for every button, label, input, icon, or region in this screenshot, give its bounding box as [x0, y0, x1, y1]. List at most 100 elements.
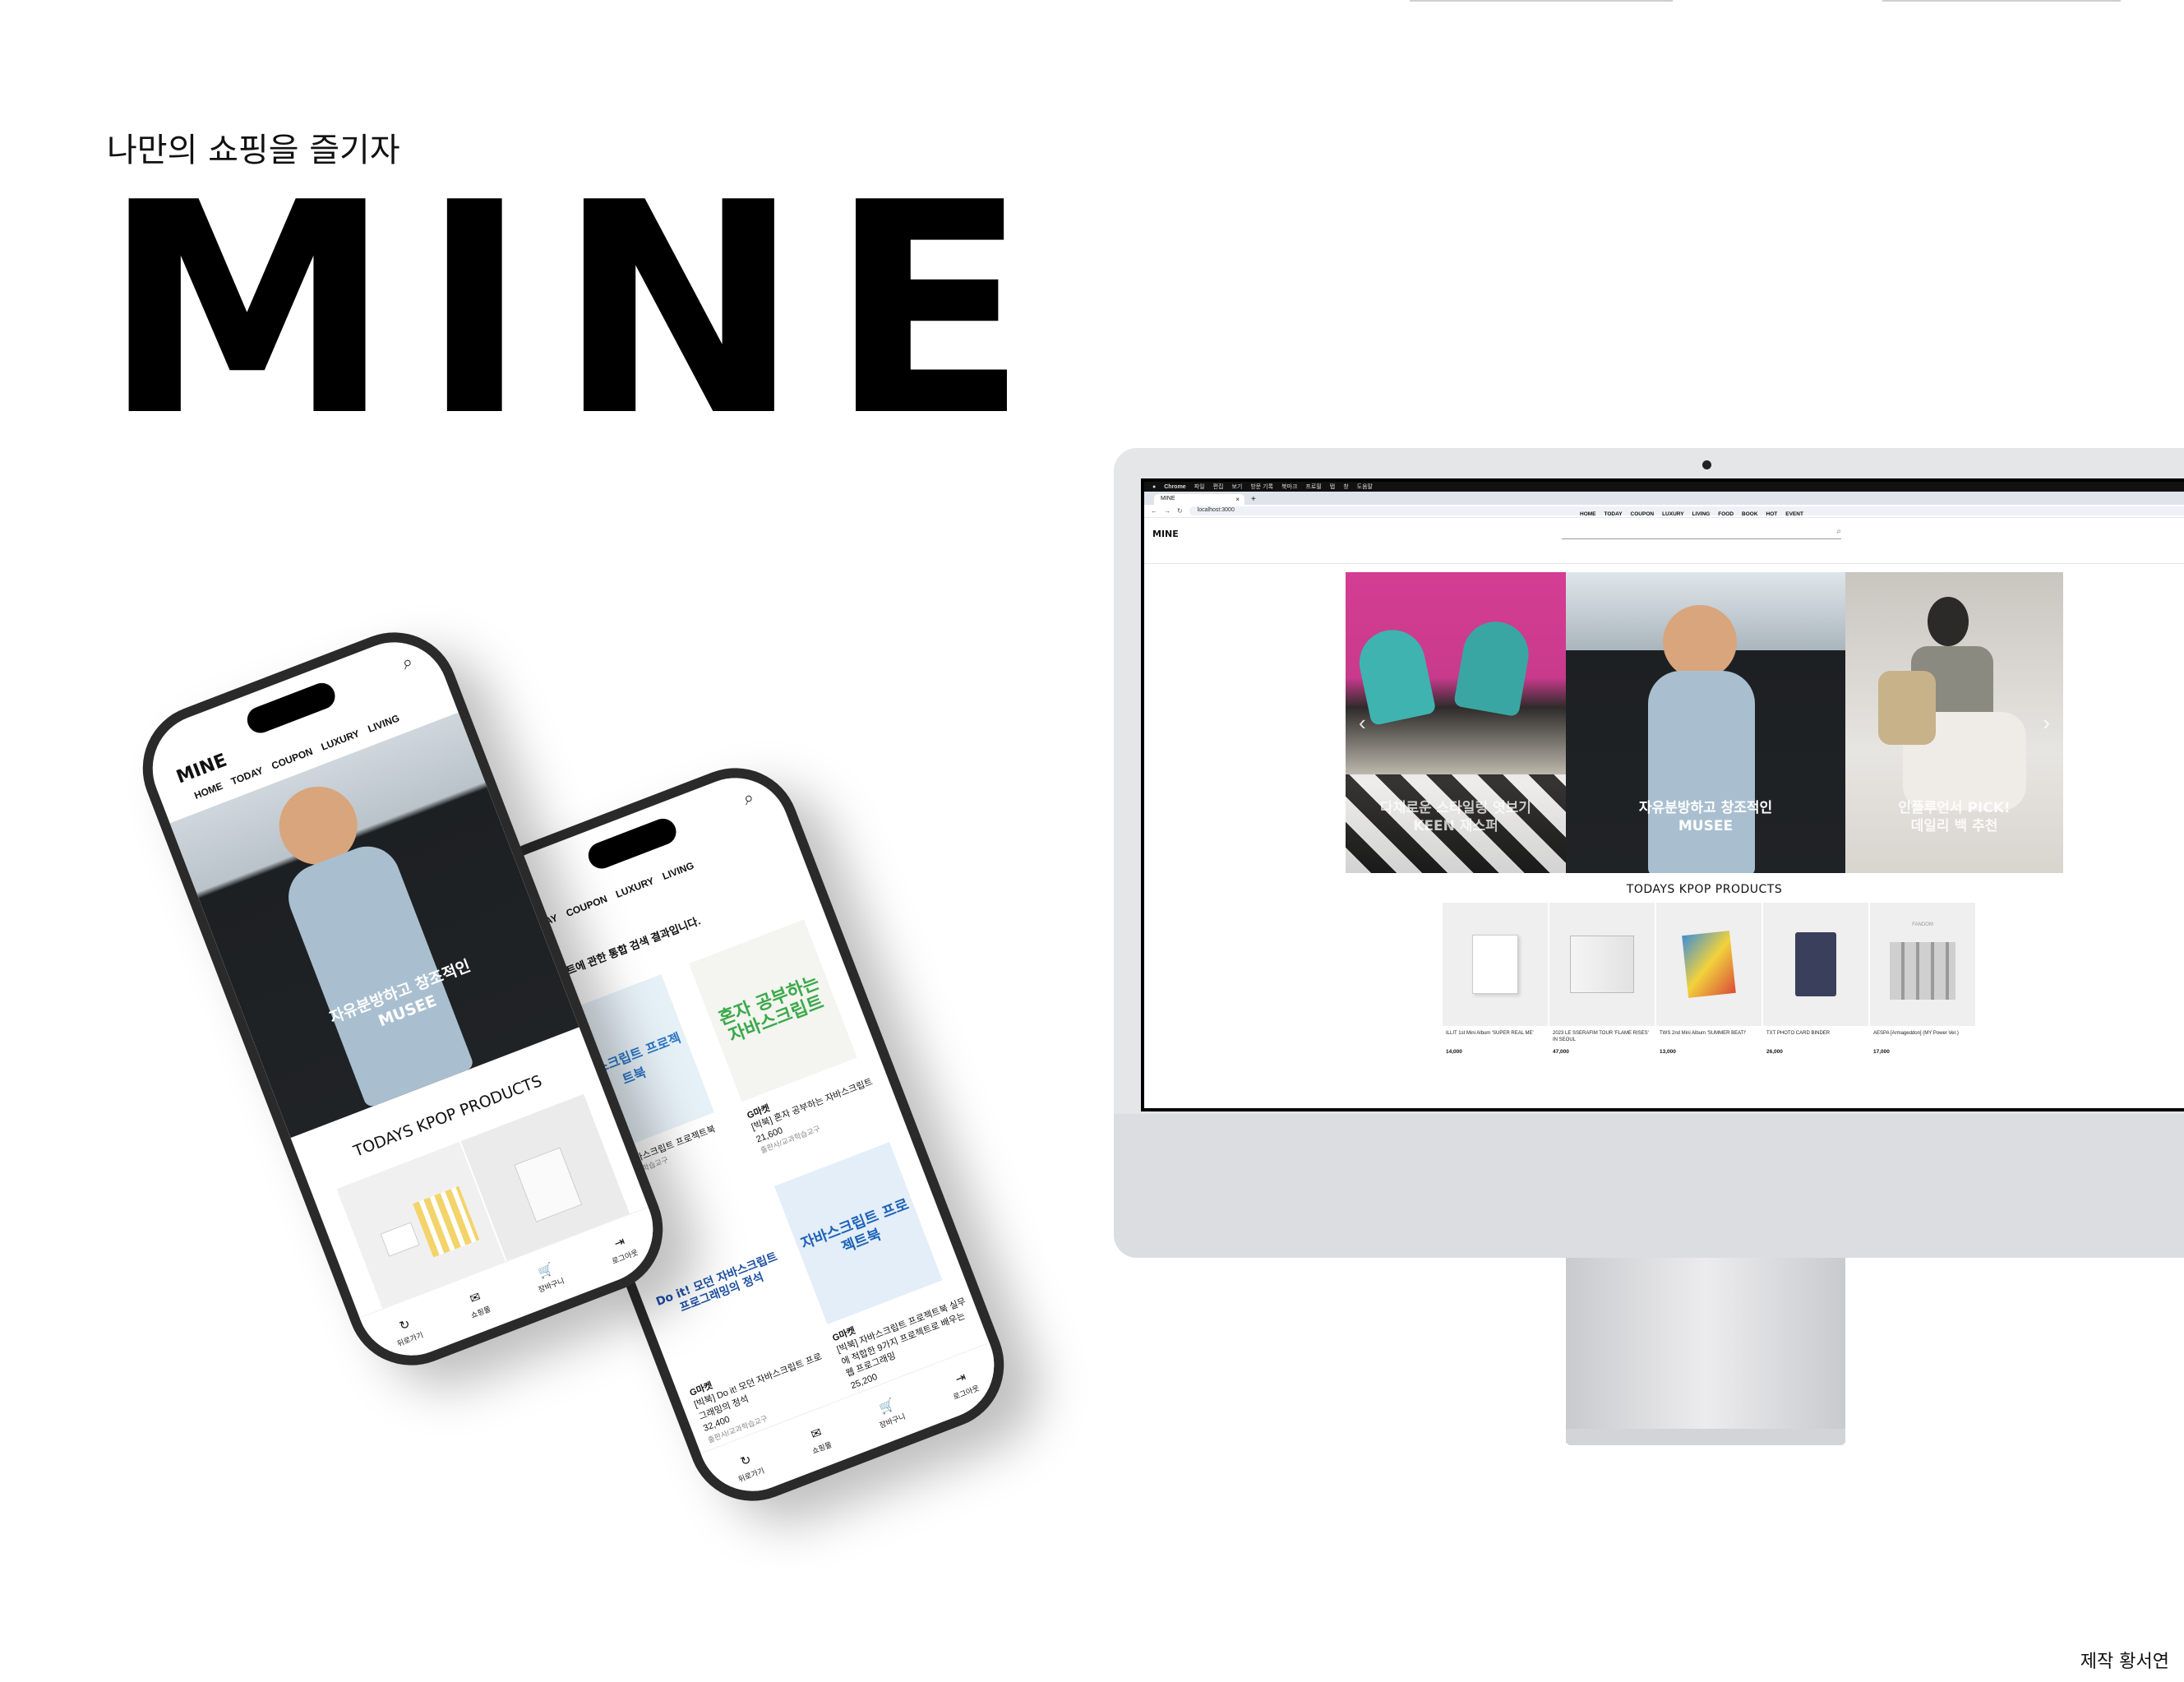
monitor-chin — [1114, 1114, 2184, 1258]
nav-coupon[interactable]: COUPON — [565, 893, 609, 919]
product-name[interactable]: ILLIT 1st Mini Album 'SUPER REAL ME' — [1443, 1031, 1548, 1049]
new-tab-icon[interactable]: + — [1244, 494, 1263, 505]
reload-icon[interactable]: ↻ — [1177, 507, 1183, 515]
nav-event[interactable]: EVENT — [1785, 511, 1803, 517]
nav-luxury[interactable]: LUXURY — [1662, 511, 1683, 517]
menu-profile[interactable]: 프로필 — [1305, 483, 1321, 491]
album-graphic — [1472, 935, 1518, 994]
product-price: 17,000 — [1873, 1049, 1890, 1055]
credit: 제작 황서연 — [2080, 1652, 2169, 1672]
product-image[interactable] — [1763, 903, 1868, 1026]
product-set-graphic — [413, 1185, 480, 1258]
product-image[interactable] — [1549, 903, 1655, 1026]
tab-shop[interactable]: ✉ 쇼핑몰 — [463, 1287, 492, 1320]
hero-carousel[interactable]: 다채로운 스타일링 엿보기 KEEN 재스퍼 ‹ 자유분방하고 창조적인 MUS… — [1346, 572, 2063, 873]
site-logo[interactable]: MINE — [1152, 529, 1179, 539]
menu-edit[interactable]: 편집 — [1213, 483, 1224, 491]
search-icon[interactable]: ⌕ — [399, 650, 416, 674]
dynamic-island — [243, 679, 339, 737]
mac-menubar: ● Chrome 파일 편집 보기 방문 기록 북마크 프로필 탭 창 도움말 — [1144, 482, 2184, 492]
product-name[interactable]: 2023 LE SSERAFIM TOUR 'FLAME RISES' IN S… — [1549, 1031, 1655, 1049]
product-image[interactable]: FANDOM — [1870, 903, 1975, 1026]
nav-luxury[interactable]: LUXURY — [614, 875, 656, 900]
model2-head-graphic — [1928, 597, 1969, 646]
nav-coupon[interactable]: COUPON — [1631, 511, 1655, 517]
book-card[interactable]: 혼자 공부하는 자바스크립트 G마켓 [빅북] 혼자 공부하는 자바스크립트 2… — [689, 917, 885, 1156]
slide-musee-text: 자유분방하고 창조적인 MUSEE — [1566, 799, 1845, 835]
menu-file[interactable]: 파일 — [1194, 483, 1205, 491]
nav-living[interactable]: LIVING — [661, 860, 695, 882]
nav-hot[interactable]: HOT — [1766, 511, 1778, 517]
back-icon: ↻ — [738, 1452, 754, 1469]
nav-home[interactable]: HOME — [192, 780, 224, 802]
product-price: 14,000 — [1446, 1049, 1462, 1055]
mail-icon: ✉ — [468, 1289, 483, 1306]
prev-arrow-icon[interactable]: ‹ — [1359, 710, 1366, 736]
forward-arrow-icon[interactable]: → — [1164, 507, 1170, 515]
tab-cart[interactable]: 🛒 장바구니 — [530, 1259, 566, 1295]
nav-luxury[interactable]: LUXURY — [320, 728, 362, 753]
search-icon[interactable]: ⌕ — [740, 786, 757, 810]
menu-view[interactable]: 보기 — [1231, 483, 1242, 491]
tab-back-label: 뒤로가기 — [395, 1330, 425, 1348]
product-card[interactable]: 2023 LE SSERAFIM TOUR 'FLAME RISES' IN S… — [1549, 903, 1655, 1055]
nav-today[interactable]: TODAY — [229, 765, 265, 788]
camera-dot — [1702, 460, 1711, 469]
nav-today[interactable]: TODAY — [1605, 511, 1623, 517]
menu-bookmarks[interactable]: 북마크 — [1281, 483, 1297, 491]
product-price: 26,000 — [1766, 1049, 1783, 1055]
tab-back-label: 뒤로가기 — [736, 1466, 766, 1484]
slide-keen-line1: 다채로운 스타일링 엿보기 — [1380, 799, 1531, 816]
product-card[interactable]: TWS 2nd Mini Album 'SUMMER BEAT!' 13,000 — [1656, 903, 1762, 1055]
product-image[interactable] — [1656, 903, 1762, 1026]
book-cover[interactable]: 혼자 공부하는 자바스크립트 — [689, 919, 857, 1102]
next-arrow-icon[interactable]: › — [2043, 710, 2050, 736]
binder-graphic — [1795, 932, 1836, 996]
slide-keen[interactable]: 다채로운 스타일링 엿보기 KEEN 재스퍼 ‹ — [1346, 572, 1566, 873]
menu-window[interactable]: 창 — [1343, 483, 1348, 491]
tab-logout-label: 로그아웃 — [610, 1247, 640, 1266]
product-card[interactable]: ILLIT 1st Mini Album 'SUPER REAL ME' 14,… — [1443, 903, 1548, 1055]
product-name[interactable]: TXT PHOTO CARD BINDER — [1763, 1031, 1868, 1049]
nav-living[interactable]: LIVING — [1692, 511, 1711, 517]
slide-bag[interactable]: 인플루언서 PICK! 데일리 백 추천 › — [1845, 572, 2063, 873]
product-name[interactable]: TWS 2nd Mini Album 'SUMMER BEAT!' — [1656, 1031, 1762, 1049]
nav-living[interactable]: LIVING — [367, 712, 401, 734]
close-tab-icon[interactable]: × — [1235, 496, 1240, 503]
product-card[interactable]: TXT PHOTO CARD BINDER 26,000 — [1763, 903, 1868, 1055]
back-arrow-icon[interactable]: ← — [1151, 507, 1157, 515]
browser-tab[interactable]: MINE × — [1154, 494, 1244, 505]
cart-icon: 🛒 — [877, 1397, 897, 1416]
tab-back[interactable]: ↻ 뒤로가기 — [730, 1449, 766, 1485]
menu-chrome[interactable]: Chrome — [1164, 484, 1185, 490]
product-image[interactable] — [1443, 903, 1548, 1026]
tab-logout[interactable]: ⇥ 로그아웃 — [604, 1230, 640, 1266]
top-line-left — [1410, 0, 1673, 2]
tab-cart[interactable]: 🛒 장바구니 — [871, 1394, 907, 1430]
dynamic-island — [584, 815, 681, 873]
book-cover-title: 자바스크립트 프로젝트북 — [798, 1196, 912, 1257]
slide-musee[interactable]: 자유분방하고 창조적인 MUSEE — [1566, 572, 1845, 873]
tab-back[interactable]: ↻ 뒤로가기 — [389, 1313, 425, 1349]
menu-history[interactable]: 방문 기록 — [1250, 483, 1273, 491]
slide-bag-line1: 인플루언서 PICK! — [1898, 799, 2011, 816]
site-header: MINE ⌕ — [1144, 518, 2184, 547]
product-name[interactable]: AESPA [Armageddon] (MY Power Ver.) — [1870, 1031, 1975, 1049]
menu-help[interactable]: 도움말 — [1357, 483, 1373, 491]
product-card[interactable]: FANDOM AESPA [Armageddon] (MY Power Ver.… — [1870, 903, 1975, 1055]
header-divider — [1144, 563, 2184, 564]
nav-home[interactable]: HOME — [1580, 511, 1596, 517]
product-graphic — [380, 1222, 420, 1257]
nav-food[interactable]: FOOD — [1718, 511, 1734, 517]
tab-logout[interactable]: ⇥ 로그아웃 — [945, 1365, 981, 1402]
tab-shop[interactable]: ✉ 쇼핑몰 — [804, 1422, 833, 1456]
nav-book[interactable]: BOOK — [1742, 511, 1758, 517]
search-icon[interactable]: ⌕ — [1836, 527, 1841, 536]
menu-tab[interactable]: 탭 — [1330, 483, 1335, 491]
apple-icon[interactable]: ● — [1152, 484, 1156, 490]
site-search-input[interactable]: ⌕ — [1562, 527, 1841, 539]
bag-graphic — [1878, 671, 1936, 745]
slide-keen-text: 다채로운 스타일링 엿보기 KEEN 재스퍼 — [1346, 799, 1566, 835]
nav-coupon[interactable]: COUPON — [270, 746, 314, 772]
products-grid: ILLIT 1st Mini Album 'SUPER REAL ME' 14,… — [1443, 903, 1975, 1055]
